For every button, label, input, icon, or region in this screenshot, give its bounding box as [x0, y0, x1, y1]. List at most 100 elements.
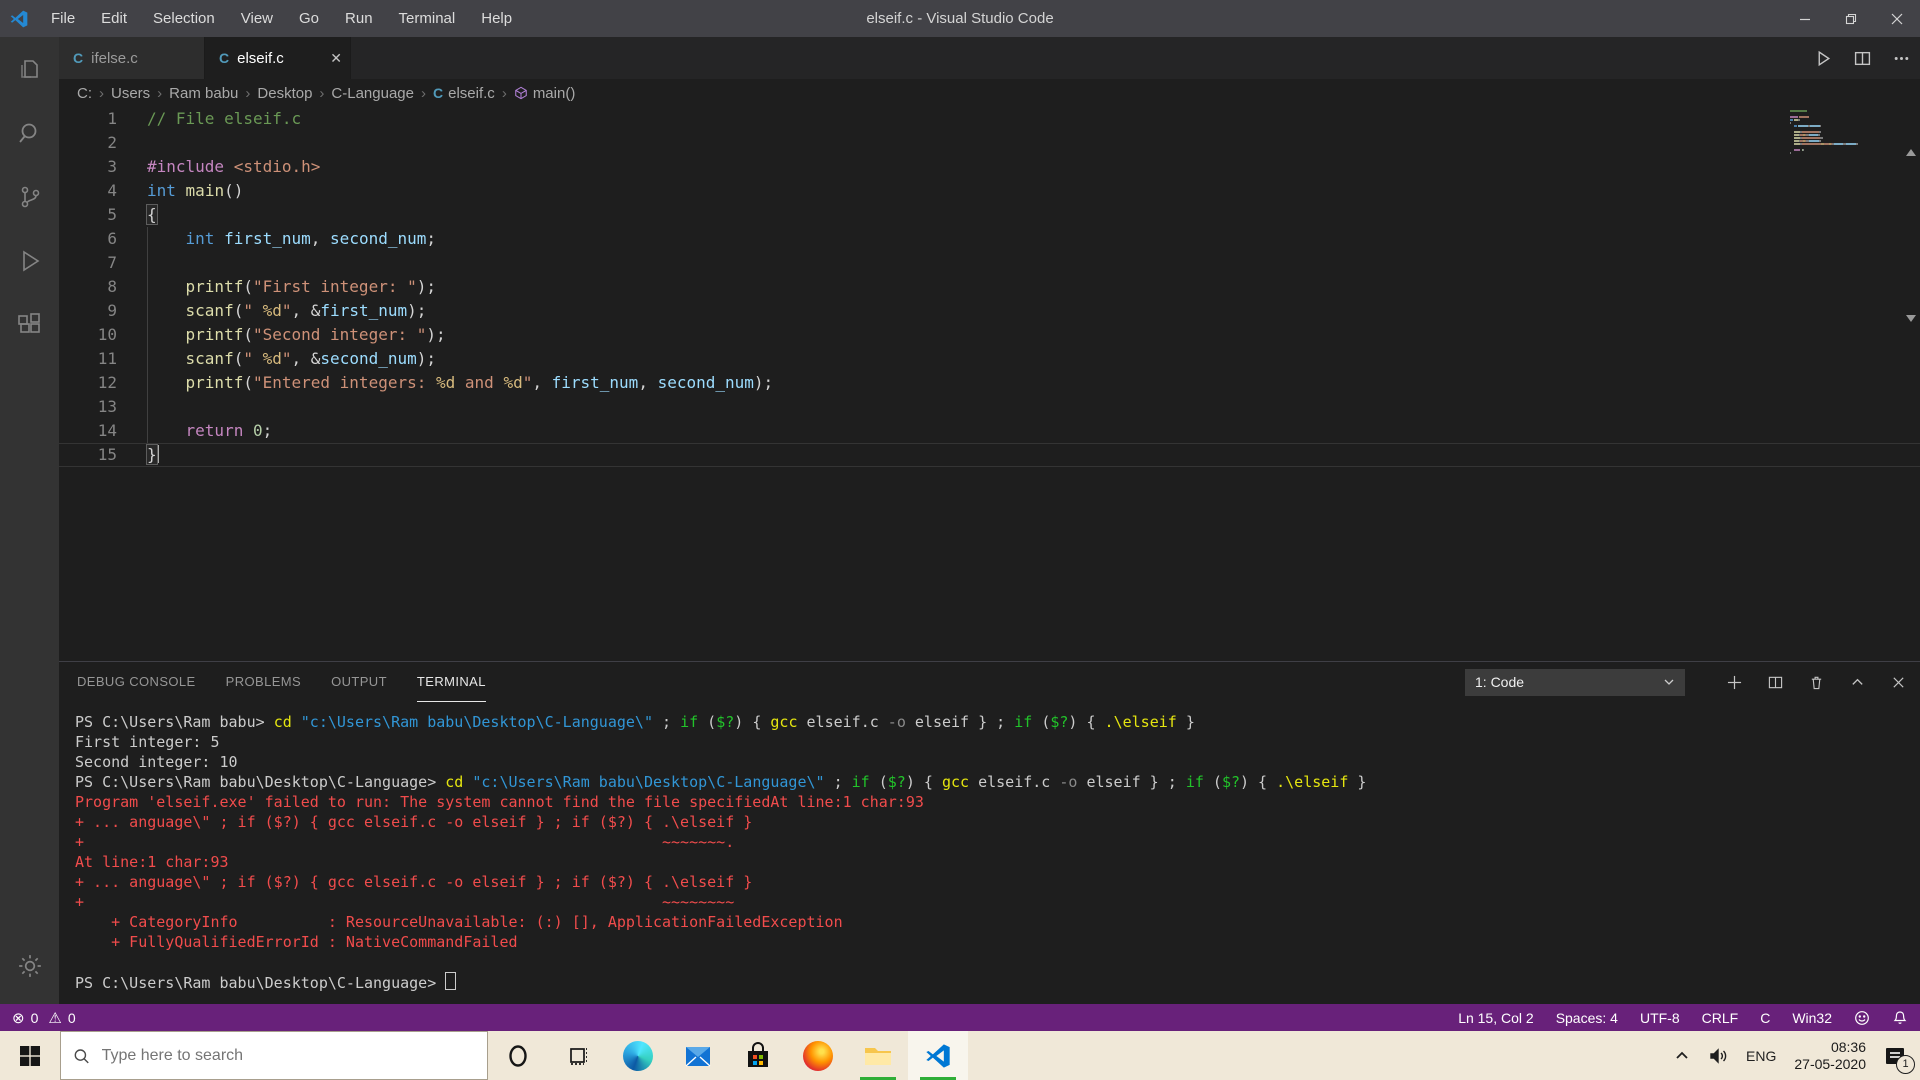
volume-icon[interactable] — [1708, 1046, 1728, 1066]
code-token: " — [281, 349, 292, 368]
menu-go[interactable]: Go — [286, 0, 332, 37]
minimap[interactable] — [1790, 110, 1900, 155]
run-button[interactable] — [1815, 50, 1832, 67]
code-token: , — [638, 373, 658, 392]
panel-tab-output[interactable]: OUTPUT — [331, 662, 387, 702]
code-line-12[interactable]: 12 printf("Entered integers: %d and %d",… — [59, 371, 1920, 395]
search-input[interactable] — [99, 1045, 475, 1066]
code-line-11[interactable]: 11 scanf(" %d", &second_num); — [59, 347, 1920, 371]
split-terminal-button[interactable] — [1768, 675, 1783, 690]
panel-tab-debug-console[interactable]: DEBUG CONSOLE — [77, 662, 196, 702]
code-line-6[interactable]: 6 int first_num, second_num; — [59, 227, 1920, 251]
windows-taskbar: ENG 08:36 27-05-2020 1 — [0, 1031, 1920, 1080]
tab-elseif.c[interactable]: Celseif.c ✕ — [205, 37, 351, 79]
code-editor[interactable]: 1 // File elseif.c 2 3 #include <stdio.h> 4 in… — [59, 107, 1920, 661]
menu-terminal[interactable]: Terminal — [386, 0, 469, 37]
vscode-logo-icon[interactable] — [0, 9, 38, 29]
minimap-token — [1809, 125, 1821, 127]
menu-help[interactable]: Help — [468, 0, 525, 37]
breadcrumb[interactable]: C: › Users › Ram babu › Desktop › C-Language › Cel… — [59, 79, 1920, 107]
source-control-icon[interactable] — [0, 165, 59, 229]
code-line-7[interactable]: 7 — [59, 251, 1920, 275]
status-eol-sequence[interactable]: CRLF — [1702, 1010, 1739, 1026]
warning-count[interactable]: 0 — [68, 1010, 76, 1026]
close-panel-button[interactable] — [1891, 675, 1906, 690]
code-line-8[interactable]: 8 printf("First integer: "); — [59, 275, 1920, 299]
task-view-icon[interactable] — [548, 1031, 608, 1080]
status-encoding[interactable]: UTF-8 — [1640, 1010, 1680, 1026]
file-explorer-icon[interactable] — [848, 1031, 908, 1080]
close-button[interactable] — [1874, 0, 1920, 37]
code-line-14[interactable]: 14 return 0; — [59, 419, 1920, 443]
new-terminal-button[interactable] — [1727, 675, 1742, 690]
restore-button[interactable] — [1828, 0, 1874, 37]
minimap-line — [1790, 149, 1900, 151]
code-token: ( — [243, 277, 253, 296]
code-line-1[interactable]: 1 // File elseif.c — [59, 107, 1920, 131]
code-line-13[interactable]: 13 — [59, 395, 1920, 419]
taskbar-search[interactable] — [60, 1031, 488, 1080]
start-button[interactable] — [0, 1031, 60, 1080]
firefox-icon[interactable] — [788, 1031, 848, 1080]
menu-selection[interactable]: Selection — [140, 0, 228, 37]
breadcrumb-symbol[interactable]: main() — [514, 85, 575, 102]
notifications-bell-icon[interactable] — [1892, 1010, 1908, 1026]
menu-view[interactable]: View — [228, 0, 286, 37]
breadcrumb-item[interactable]: C-Language — [331, 85, 414, 102]
status-language-mode[interactable]: C — [1760, 1010, 1770, 1026]
menu-run[interactable]: Run — [332, 0, 386, 37]
kill-terminal-button[interactable] — [1809, 675, 1824, 690]
breadcrumb-item[interactable]: Ram babu — [169, 85, 238, 102]
panel-tab-problems[interactable]: PROBLEMS — [226, 662, 301, 702]
explorer-icon[interactable] — [0, 37, 59, 101]
status-platform[interactable]: Win32 — [1792, 1010, 1832, 1026]
show-hidden-icons-chevron[interactable] — [1674, 1048, 1690, 1064]
cortana-icon[interactable] — [488, 1031, 548, 1080]
menu-edit[interactable]: Edit — [88, 0, 140, 37]
code-line-4[interactable]: 4 int main() — [59, 179, 1920, 203]
terminal-token: gcc — [941, 773, 970, 791]
code-token: , — [532, 373, 552, 392]
tab-close-icon[interactable]: ✕ — [330, 50, 342, 67]
breadcrumb-item[interactable]: C: — [77, 85, 92, 102]
code-token: ); — [416, 277, 436, 296]
feedback-icon[interactable] — [1854, 1010, 1870, 1026]
action-center-icon[interactable]: 1 — [1884, 1045, 1915, 1074]
code-line-3[interactable]: 3 #include <stdio.h> — [59, 155, 1920, 179]
settings-gear-icon[interactable] — [0, 934, 59, 998]
status-indentation[interactable]: Spaces: 4 — [1556, 1010, 1618, 1026]
extensions-icon[interactable] — [0, 293, 59, 357]
clock[interactable]: 08:36 27-05-2020 — [1794, 1039, 1866, 1073]
maximize-panel-button[interactable] — [1850, 675, 1865, 690]
code-line-9[interactable]: 9 scanf(" %d", &first_num); — [59, 299, 1920, 323]
error-count[interactable]: 0 — [31, 1010, 39, 1026]
scroll-up-arrow — [1906, 149, 1916, 156]
tab-ifelse.c[interactable]: Cifelse.c — [59, 37, 205, 79]
code-line-10[interactable]: 10 printf("Second integer: "); — [59, 323, 1920, 347]
microsoft-store-icon[interactable] — [728, 1031, 788, 1080]
terminal-selector-dropdown[interactable]: 1: Code — [1465, 668, 1685, 696]
panel-tab-terminal[interactable]: TERMINAL — [416, 662, 486, 702]
code-line-5[interactable]: 5{ — [59, 203, 1920, 227]
menu-file[interactable]: File — [38, 0, 88, 37]
terminal-output[interactable]: PS C:\Users\Ram babu> cd "c:\Users\Ram b… — [59, 702, 1920, 1005]
minimap-line — [1790, 128, 1900, 130]
code-line-2[interactable]: 2 — [59, 131, 1920, 155]
minimap-token — [1798, 119, 1801, 121]
language-indicator[interactable]: ENG — [1746, 1048, 1776, 1064]
more-actions-button[interactable] — [1893, 50, 1910, 67]
breadcrumb-file[interactable]: Celseif.c — [433, 85, 495, 102]
breadcrumb-separator-icon: › — [319, 84, 325, 102]
minimize-button[interactable] — [1782, 0, 1828, 37]
breadcrumb-item[interactable]: Desktop — [257, 85, 312, 102]
edge-browser-icon[interactable] — [608, 1031, 668, 1080]
mail-icon[interactable] — [668, 1031, 728, 1080]
run-debug-icon[interactable] — [0, 229, 59, 293]
code-line-15[interactable]: 15} — [59, 443, 1920, 467]
breadcrumb-item[interactable]: Users — [111, 85, 150, 102]
search-icon[interactable] — [0, 101, 59, 165]
status-cursor-position[interactable]: Ln 15, Col 2 — [1458, 1010, 1534, 1026]
editor-scrollbar[interactable] — [1902, 107, 1920, 661]
split-editor-button[interactable] — [1854, 50, 1871, 67]
vscode-taskbar-icon[interactable] — [908, 1031, 968, 1080]
